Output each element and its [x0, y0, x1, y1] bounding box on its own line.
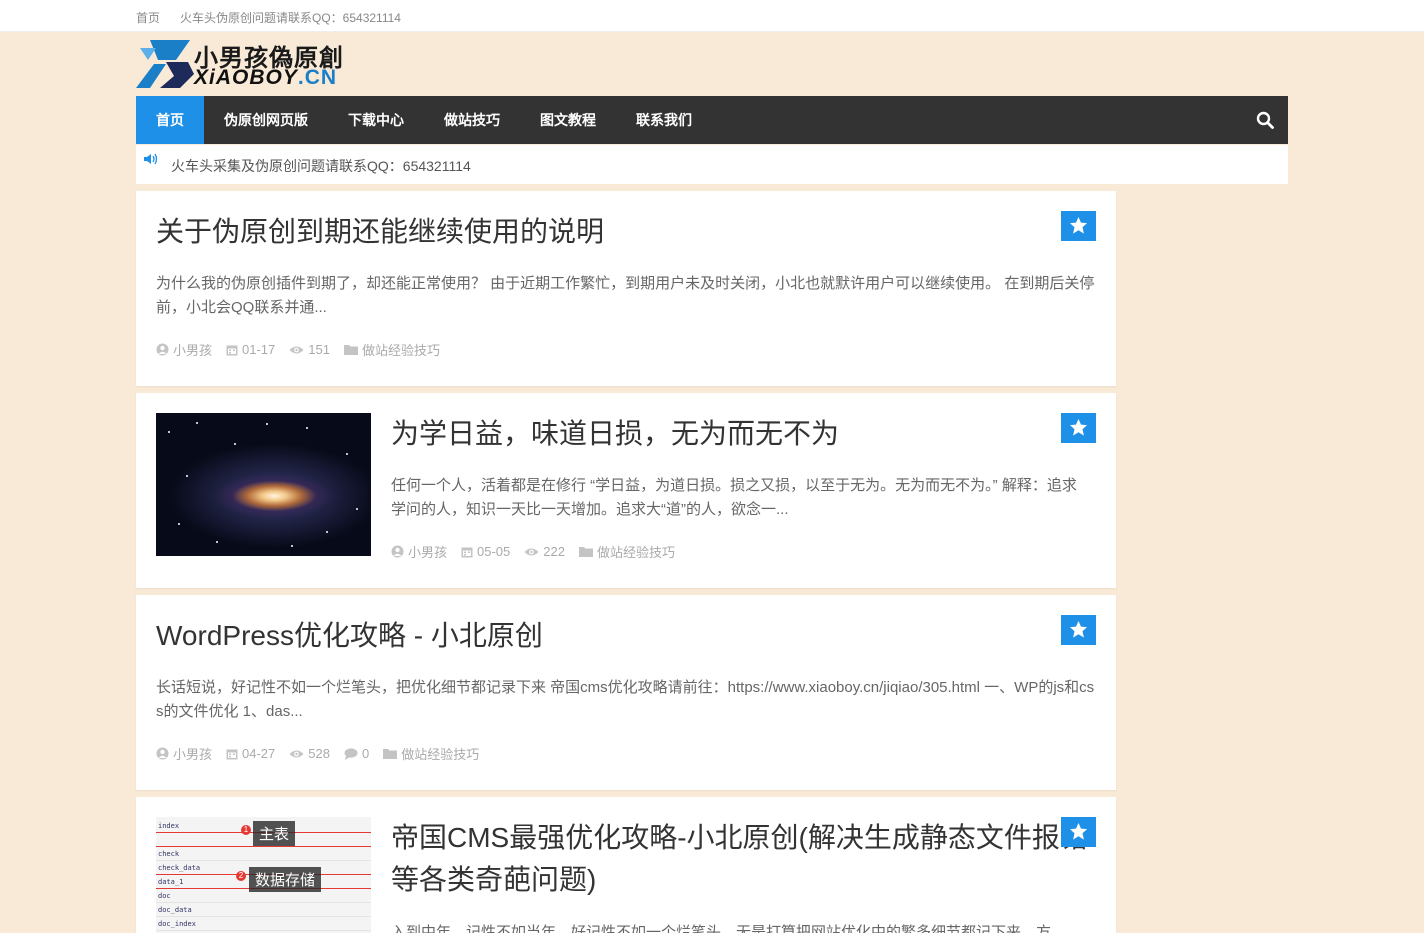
post-category-name: 做站经验技巧 — [361, 343, 440, 358]
speaker-icon — [144, 153, 158, 165]
thumb-tag-main: 主表 — [253, 821, 296, 846]
post-views: 151 — [289, 342, 330, 357]
nav-item-contact[interactable]: 联系我们 — [624, 96, 704, 144]
logo-domain: XiAOBOY.CN — [194, 66, 337, 90]
top-notice-link[interactable]: 火车头伪原创问题请联系QQ：654321114 — [180, 9, 401, 26]
post-date-text: 05-05 — [477, 544, 511, 559]
post-views-count: 528 — [308, 746, 330, 761]
main-nav: 首页 伪原创网页版 下载中心 做站技巧 图文教程 联系我们 — [136, 96, 1288, 144]
post-excerpt: 任何一个人，活着都是在修行 “学日益，为道日损。损之又损，以至于无为。无为而无不… — [391, 477, 1077, 518]
post-title[interactable]: 帝国CMS最强优化攻略-小北原创(解决生成静态文件报错等各类奇葩问题) — [391, 817, 1091, 901]
post-meta: 小男孩 01-17 151 做站经验技巧 — [156, 340, 454, 359]
post-views: 222 — [524, 544, 565, 559]
thumb-row: doc_index — [156, 917, 371, 931]
post-category-name: 做站经验技巧 — [596, 545, 675, 560]
thumb-row: doc_data — [156, 903, 371, 917]
post-thumbnail-screenshot[interactable]: index check check_data data_1 doc doc_da… — [156, 817, 371, 933]
calendar-icon — [226, 749, 238, 759]
site-logo[interactable]: 小男孩偽原創 XiAOBOY.CN — [136, 38, 343, 90]
calendar-icon — [461, 547, 473, 557]
eye-icon — [289, 346, 304, 353]
star-button[interactable] — [1061, 211, 1096, 241]
post-category[interactable]: 做站经验技巧 — [343, 340, 440, 359]
post-category-name: 做站经验技巧 — [401, 747, 480, 762]
top-bar: 首页 火车头伪原创问题请联系QQ：654321114 — [0, 0, 1424, 32]
notice-bar: 火车头采集及伪原创问题请联系QQ：654321114 — [136, 145, 1288, 184]
post-date-text: 04-27 — [242, 746, 276, 761]
post-author: 小男孩 — [156, 340, 212, 359]
post-meta: 小男孩 05-05 222 做站经验技巧 — [391, 542, 689, 561]
calendar-icon — [226, 345, 238, 355]
post-date-text: 01-17 — [242, 342, 276, 357]
nav-item-tutorials[interactable]: 图文教程 — [528, 96, 608, 144]
nav-item-downloads[interactable]: 下载中心 — [336, 96, 416, 144]
post-thumbnail-galaxy[interactable] — [156, 413, 371, 556]
post-date: 05-05 — [461, 544, 510, 559]
eye-icon — [289, 750, 304, 757]
user-icon — [156, 747, 169, 760]
post-card: WordPress优化攻略 - 小北原创 长话短说，好记性不如一个烂笔头，把优化… — [136, 595, 1116, 790]
user-icon — [391, 545, 404, 558]
nav-item-rewrite-web[interactable]: 伪原创网页版 — [212, 96, 320, 144]
logo-mark-icon — [136, 40, 194, 88]
nav-item-tips[interactable]: 做站技巧 — [432, 96, 512, 144]
post-date: 04-27 — [226, 746, 275, 761]
post-category[interactable]: 做站经验技巧 — [578, 542, 675, 561]
star-icon — [1069, 822, 1088, 840]
post-excerpt: 长话短说，好记性不如一个烂笔头，把优化细节都记录下来 帝国cms优化攻略请前往：… — [156, 679, 1095, 720]
eye-icon — [524, 548, 539, 555]
nav-item-home[interactable]: 首页 — [136, 96, 204, 144]
user-icon — [156, 343, 169, 356]
post-category[interactable]: 做站经验技巧 — [383, 744, 479, 763]
star-icon — [1069, 620, 1088, 638]
post-author: 小男孩 — [391, 542, 447, 561]
post-title[interactable]: 关于伪原创到期还能继续使用的说明 — [156, 211, 604, 253]
thumb-row: check — [156, 847, 371, 861]
post-title[interactable]: 为学日益，味道日损，无为而无不为 — [391, 413, 839, 455]
star-icon — [1069, 418, 1088, 436]
star-button[interactable] — [1061, 615, 1096, 645]
marker-one: 1 — [241, 825, 251, 835]
post-views-count: 222 — [543, 544, 565, 559]
top-home-link[interactable]: 首页 — [136, 9, 160, 26]
post-card: 为学日益，味道日损，无为而无不为 任何一个人，活着都是在修行 “学日益，为道日损… — [136, 393, 1116, 588]
post-excerpt: 入到中年，记性不如当年，好记性不如一个烂笔头，无是打算把网站优化中的繁多细节都记… — [391, 924, 1052, 933]
comment-icon — [344, 747, 358, 760]
post-excerpt: 为什么我的伪原创插件到期了，却还能正常使用？ 由于近期工作繁忙，到期用户未及时关… — [156, 275, 1095, 316]
marker-two: 2 — [236, 871, 246, 881]
star-icon — [1069, 216, 1088, 234]
post-author-name: 小男孩 — [173, 343, 213, 358]
post-views-count: 151 — [308, 342, 330, 357]
post-author: 小男孩 — [156, 744, 212, 763]
star-button[interactable] — [1061, 413, 1096, 443]
post-author-name: 小男孩 — [408, 545, 448, 560]
search-icon[interactable] — [1256, 111, 1274, 129]
highlight-line — [156, 846, 371, 847]
logo-domain-tld: .CN — [297, 66, 338, 89]
post-comments-count: 0 — [361, 746, 370, 761]
post-meta: 小男孩 04-27 528 0 做站经验技巧 — [156, 744, 493, 763]
folder-icon — [343, 345, 358, 355]
thumb-tag-storage: 数据存储 — [249, 867, 322, 892]
post-card: 关于伪原创到期还能继续使用的说明 为什么我的伪原创插件到期了，却还能正常使用？ … — [136, 191, 1116, 386]
folder-icon — [578, 547, 593, 557]
logo-domain-main: XiAOBOY — [194, 66, 298, 89]
star-button[interactable] — [1061, 817, 1096, 847]
post-card: index check check_data data_1 doc doc_da… — [136, 797, 1116, 933]
notice-text: 火车头采集及伪原创问题请联系QQ：654321114 — [171, 158, 471, 174]
folder-icon — [383, 749, 398, 759]
post-author-name: 小男孩 — [173, 747, 213, 762]
post-views: 528 — [289, 746, 330, 761]
post-date: 01-17 — [226, 342, 275, 357]
post-title[interactable]: WordPress优化攻略 - 小北原创 — [156, 615, 543, 657]
post-comments[interactable]: 0 — [344, 746, 369, 761]
